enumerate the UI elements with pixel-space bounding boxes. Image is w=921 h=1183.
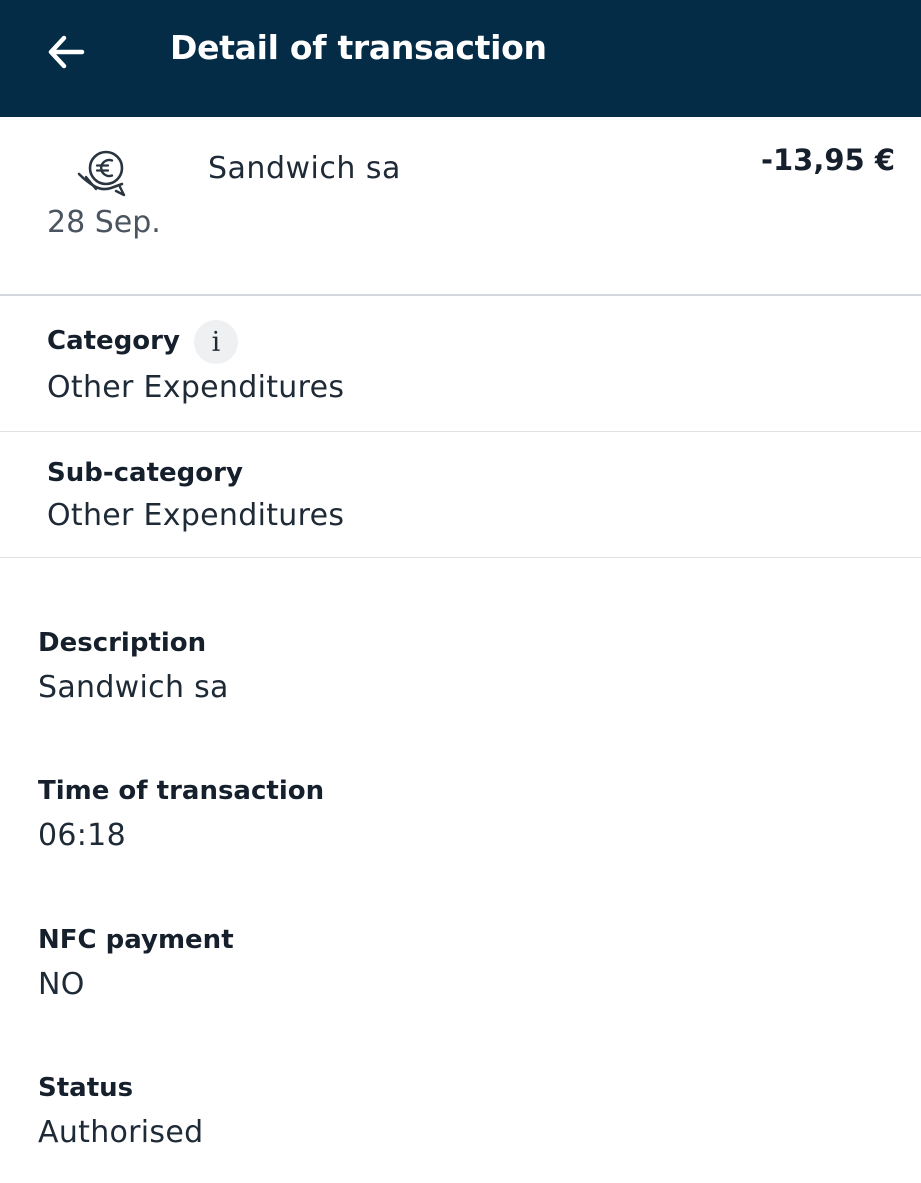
back-button[interactable]	[38, 24, 94, 80]
description-value: Sandwich sa	[38, 670, 229, 705]
time-value: 06:18	[38, 818, 126, 853]
arrow-left-icon	[48, 35, 85, 69]
subcategory-row[interactable]: Sub-category Other Expenditures	[0, 432, 921, 558]
category-row[interactable]: Category i Other Expenditures	[0, 296, 921, 432]
merchant-name: Sandwich sa	[208, 151, 401, 186]
status-value: Authorised	[38, 1115, 204, 1150]
status-field: Status Authorised	[38, 1073, 898, 1150]
nfc-field: NFC payment NO	[38, 925, 898, 1002]
category-value: Other Expenditures	[47, 370, 345, 405]
transaction-date: 28 Sep.	[47, 205, 161, 240]
description-field: Description Sandwich sa	[38, 628, 898, 705]
time-field: Time of transaction 06:18	[38, 776, 898, 853]
subcategory-label: Sub-category	[47, 458, 243, 488]
time-label: Time of transaction	[38, 776, 325, 806]
info-icon[interactable]: i	[194, 320, 238, 364]
top-app-bar: Detail of transaction	[0, 0, 921, 117]
nfc-value: NO	[38, 967, 85, 1002]
transaction-amount: -13,95 €	[760, 143, 895, 177]
page-title: Detail of transaction	[170, 28, 547, 67]
transaction-summary: 28 Sep. Sandwich sa -13,95 €	[0, 117, 921, 296]
subcategory-value: Other Expenditures	[47, 498, 345, 533]
description-label: Description	[38, 628, 207, 658]
status-label: Status	[38, 1073, 134, 1103]
category-label: Category	[47, 326, 180, 356]
euro-hand-icon	[77, 150, 126, 197]
nfc-label: NFC payment	[38, 925, 234, 955]
